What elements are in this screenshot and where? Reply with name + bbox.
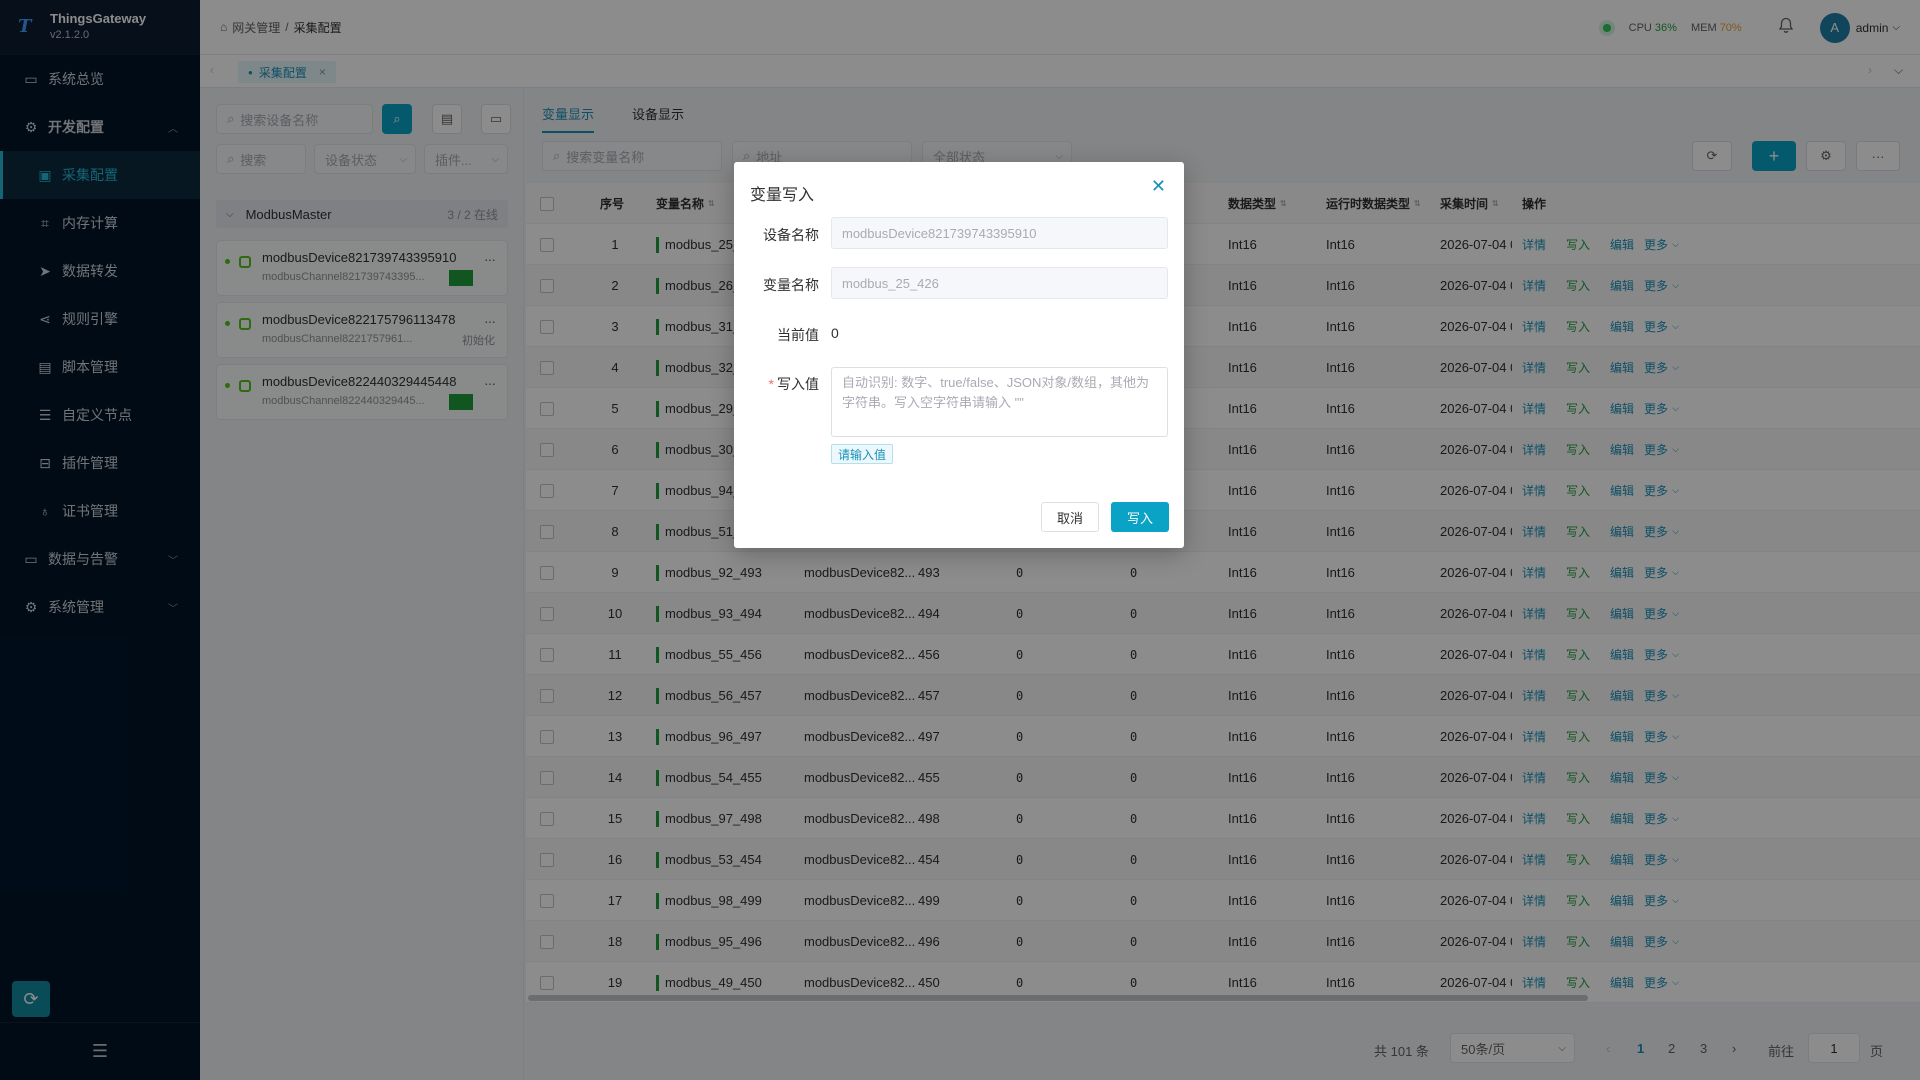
validation-hint-tag: 请输入值 — [831, 444, 894, 464]
close-icon[interactable]: ✕ — [1151, 176, 1166, 197]
current-value-label: 当前值 — [777, 327, 819, 343]
device-name-label: 设备名称 — [763, 227, 819, 243]
variable-name-label: 变量名称 — [763, 277, 819, 293]
write-value-textarea[interactable]: 自动识别: 数字、true/false、JSON对象/数组，其他为字符串。写入空… — [831, 367, 1168, 437]
variable-name-field[interactable]: modbus_25_426 — [831, 267, 1168, 299]
cancel-button[interactable]: 取消 — [1041, 502, 1099, 532]
write-button[interactable]: 写入 — [1111, 502, 1169, 532]
device-name-field[interactable]: modbusDevice821739743395910 — [831, 217, 1168, 249]
write-variable-dialog: 变量写入 ✕ 设备名称 modbusDevice821739743395910 … — [734, 162, 1184, 548]
dialog-title: 变量写入 — [750, 187, 815, 204]
current-value: 0 — [831, 325, 839, 341]
write-value-label: * 写入值 — [768, 376, 819, 392]
